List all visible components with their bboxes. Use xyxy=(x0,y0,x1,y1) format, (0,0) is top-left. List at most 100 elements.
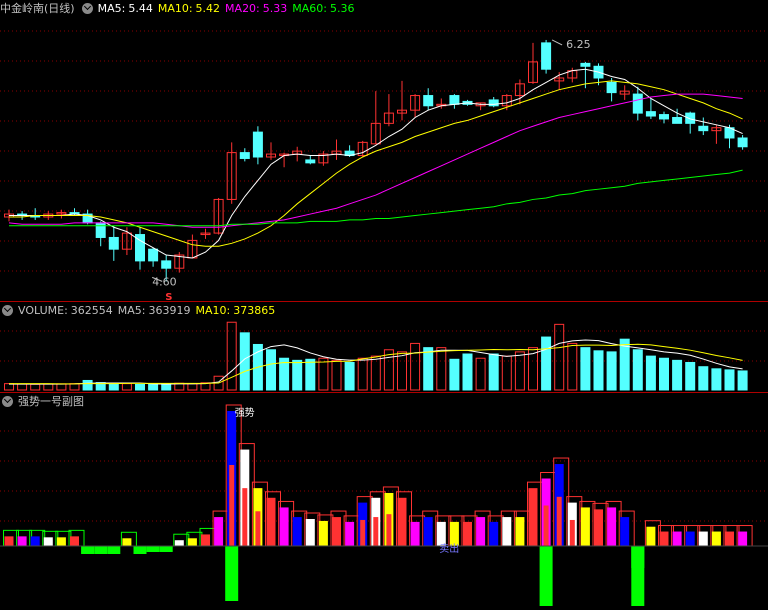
volume-bar xyxy=(318,357,329,391)
volume-bar xyxy=(685,361,696,391)
indicator-sell-bar xyxy=(631,546,645,568)
volume-bar xyxy=(121,383,132,391)
indicator-inner-bar xyxy=(543,505,549,546)
candle xyxy=(580,62,591,67)
candle xyxy=(645,111,656,117)
indicator-bar xyxy=(646,526,656,546)
indicator-bar xyxy=(463,521,472,546)
candle xyxy=(672,116,683,124)
indicator-bar xyxy=(620,517,630,546)
volume-bar xyxy=(4,383,14,391)
indicator-bar xyxy=(698,531,708,546)
indicator-inner-bar xyxy=(255,511,261,546)
indicator-inner-bar xyxy=(386,514,392,546)
kline-chart-canvas[interactable]: 6.25 4.60 S 强势卖出 xyxy=(0,0,768,610)
candle xyxy=(488,99,499,107)
indicator-negative-bar xyxy=(146,546,160,552)
volume-bar xyxy=(226,321,237,391)
volume-bar xyxy=(436,347,447,391)
indicator-bar xyxy=(672,531,682,546)
volume-bar xyxy=(541,336,552,391)
indicator-bar xyxy=(515,517,525,546)
indicator-bar xyxy=(174,540,184,546)
indicator-bar xyxy=(122,538,132,546)
volume-bar xyxy=(580,347,591,391)
candle xyxy=(659,114,669,120)
indicator-bar xyxy=(279,507,289,546)
indicator-bar xyxy=(345,521,355,546)
volume-bar xyxy=(672,359,683,391)
volume-bar xyxy=(423,347,434,391)
signal-marker: S xyxy=(165,292,172,303)
candle xyxy=(698,125,709,132)
candle xyxy=(541,42,552,70)
candle xyxy=(239,152,250,159)
volume-bar xyxy=(632,349,643,391)
volume-bar xyxy=(344,361,355,391)
indicator-inner-bar xyxy=(360,519,366,546)
candle xyxy=(606,81,617,94)
volume-bar xyxy=(357,357,368,391)
volume-ma-line-ma10 xyxy=(9,343,743,385)
indicator-sell-bar xyxy=(539,546,553,606)
volume-bar xyxy=(135,383,145,391)
indicator-inner-bar xyxy=(399,517,405,546)
indicator-negative-bar xyxy=(159,546,173,552)
candle xyxy=(423,95,434,107)
candle xyxy=(737,137,748,148)
indicator-bar xyxy=(476,517,486,546)
volume-bar xyxy=(30,383,41,391)
volume-bar xyxy=(593,350,604,391)
volume-bar xyxy=(161,383,172,391)
indicator-bar xyxy=(725,531,734,546)
volume-bar xyxy=(514,351,525,391)
volume-ma-line-ma5 xyxy=(9,339,743,385)
volume-bar xyxy=(475,357,486,391)
indicator-bar xyxy=(436,521,446,546)
indicator-inner-bar xyxy=(530,511,536,546)
indicator-bar xyxy=(4,536,14,546)
indicator-inner-bar xyxy=(242,488,248,546)
volume-bar xyxy=(645,355,656,391)
indicator-bar xyxy=(502,517,512,546)
volume-bar xyxy=(266,349,276,391)
volume-bar xyxy=(737,370,748,391)
volume-bar xyxy=(148,383,159,391)
indicator-bar xyxy=(70,536,79,546)
volume-bar xyxy=(410,342,421,391)
candle xyxy=(449,95,460,105)
candle xyxy=(685,112,696,124)
indicator-negative-bar xyxy=(107,546,121,554)
low-price-label: 4.60 xyxy=(152,275,177,288)
candle xyxy=(305,159,316,164)
indicator-bar xyxy=(187,538,197,546)
volume-bar xyxy=(108,383,119,391)
indicator-inner-bar xyxy=(373,517,379,546)
indicator-bar xyxy=(711,531,721,546)
volume-bar xyxy=(305,358,316,391)
strong-signal-label: 强势 xyxy=(235,406,255,419)
candle xyxy=(161,260,172,269)
volume-bar xyxy=(698,366,709,391)
indicator-bar xyxy=(332,517,341,546)
volume-bar xyxy=(17,383,28,391)
indicator-inner-bar xyxy=(229,465,235,546)
sell-signal-label: 卖出 xyxy=(439,542,459,555)
volume-bar xyxy=(554,323,565,391)
indicator-bar xyxy=(292,517,302,546)
indicator-bar xyxy=(659,531,669,546)
indicator-negative-bar xyxy=(81,546,95,554)
indicator-sell-bar xyxy=(225,546,239,601)
indicator-inner-bar xyxy=(268,517,274,546)
volume-bar xyxy=(69,383,80,391)
volume-bar xyxy=(43,383,54,391)
indicator-bar xyxy=(30,536,40,546)
ma-line-ma60 xyxy=(9,169,743,227)
volume-bar xyxy=(462,353,473,391)
volume-bar xyxy=(82,379,93,391)
indicator-bar xyxy=(489,521,499,546)
indicator-bar xyxy=(214,517,224,546)
volume-bar xyxy=(711,368,722,391)
indicator-bar xyxy=(410,521,420,546)
candle xyxy=(95,222,106,238)
